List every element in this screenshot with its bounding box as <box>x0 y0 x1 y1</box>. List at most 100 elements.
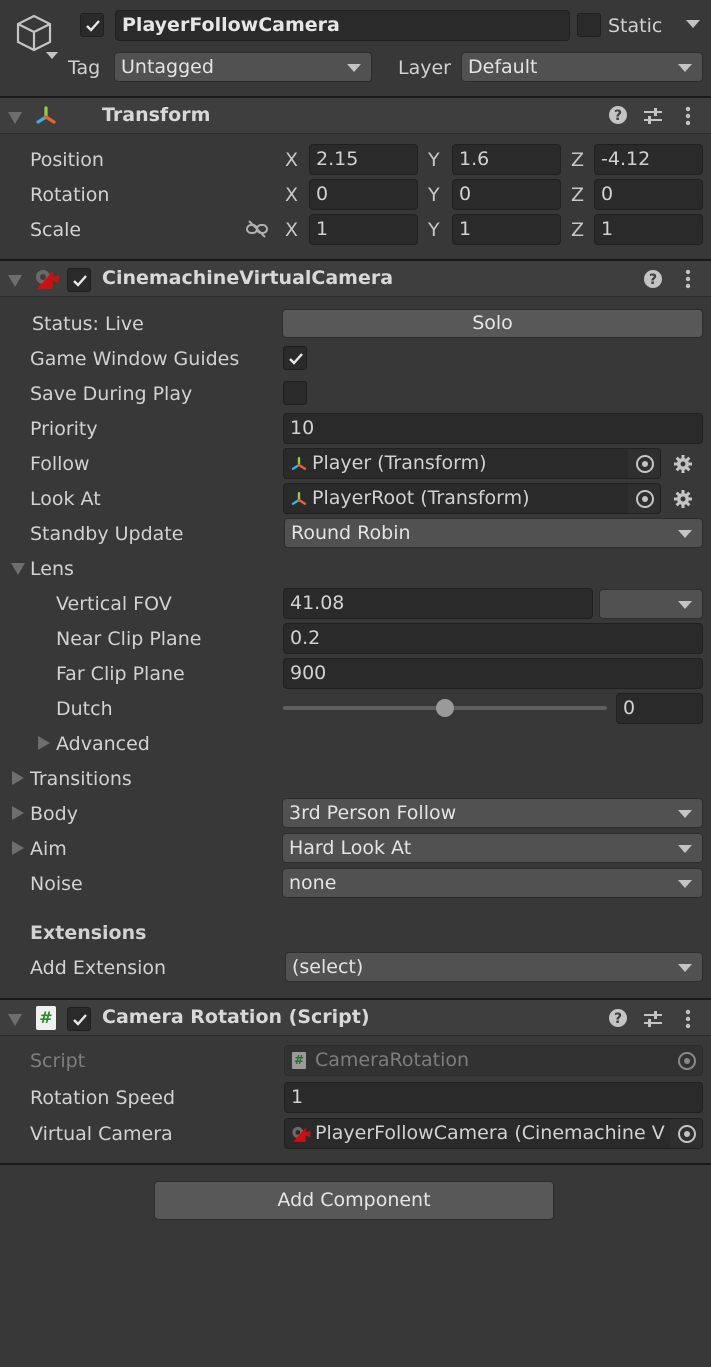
rotation-z-input[interactable]: 0 <box>594 179 703 210</box>
virtual-camera-field[interactable]: PlayerFollowCamera (Cinemachine V <box>284 1118 703 1149</box>
save-during-play-checkbox[interactable] <box>283 381 307 405</box>
unlinked-icon[interactable] <box>245 219 269 244</box>
camera-rotation-title: Camera Rotation (Script) <box>102 1006 370 1028</box>
object-picker-icon[interactable] <box>670 1119 702 1148</box>
look-at-field[interactable]: PlayerRoot (Transform) <box>283 483 661 514</box>
script-icon: # <box>36 1006 56 1030</box>
more-options-icon[interactable] <box>684 106 692 131</box>
rotation-x-input[interactable]: 0 <box>309 179 418 210</box>
scale-y-input[interactable]: 1 <box>452 214 561 245</box>
transform-title: Transform <box>102 104 211 126</box>
object-name-input[interactable]: PlayerFollowCamera <box>115 10 570 41</box>
transform-icon <box>290 489 308 513</box>
help-icon[interactable]: ? <box>608 105 628 130</box>
more-options-icon[interactable] <box>684 269 692 294</box>
extensions-heading: Extensions <box>30 922 147 944</box>
fov-mode-dropdown[interactable] <box>599 589 703 619</box>
static-checkbox[interactable] <box>577 13 601 37</box>
presets-icon[interactable] <box>642 106 664 131</box>
chevron-down-icon <box>678 64 692 72</box>
gear-icon[interactable] <box>673 454 693 479</box>
dutch-slider-thumb[interactable] <box>436 699 454 717</box>
look-at-value: PlayerRoot (Transform) <box>312 487 530 509</box>
gear-icon[interactable] <box>673 489 693 514</box>
axis-z-label[interactable]: Z <box>571 148 584 172</box>
dutch-input[interactable]: 0 <box>616 693 703 724</box>
axis-x-label[interactable]: X <box>285 148 298 172</box>
axis-x-label[interactable]: X <box>285 183 298 207</box>
layer-dropdown[interactable]: Default <box>461 52 703 82</box>
transform-icon <box>34 106 58 133</box>
transitions-foldout-icon[interactable] <box>12 771 24 785</box>
game-window-guides-checkbox[interactable] <box>283 346 307 370</box>
foldout-expanded-icon[interactable] <box>8 275 22 287</box>
vcam-header[interactable]: CinemachineVirtualCamera ? <box>0 259 711 297</box>
gameobject-icon[interactable] <box>8 12 64 65</box>
virtual-camera-value: PlayerFollowCamera (Cinemachine V <box>315 1122 665 1144</box>
vcam-title: CinemachineVirtualCamera <box>102 267 394 289</box>
axis-y-label[interactable]: Y <box>428 183 440 207</box>
noise-dropdown[interactable]: none <box>282 868 703 898</box>
lens-label[interactable]: Lens <box>30 557 74 581</box>
script-field: # CameraRotation <box>284 1045 703 1076</box>
far-clip-input[interactable]: 900 <box>283 658 703 689</box>
near-clip-label: Near Clip Plane <box>56 628 202 650</box>
priority-input[interactable]: 10 <box>283 413 703 444</box>
axis-y-label[interactable]: Y <box>428 218 440 242</box>
active-checkbox[interactable] <box>80 13 104 37</box>
scale-z-input[interactable]: 1 <box>594 214 703 245</box>
add-component-button[interactable]: Add Component <box>154 1181 554 1220</box>
body-label[interactable]: Body <box>30 802 78 826</box>
near-clip-input[interactable]: 0.2 <box>283 623 703 654</box>
vcam-enabled-checkbox[interactable] <box>67 268 91 292</box>
scale-x-input[interactable]: 1 <box>309 214 418 245</box>
object-picker-icon[interactable] <box>628 484 660 513</box>
position-x-input[interactable]: 2.15 <box>309 144 418 175</box>
object-picker-icon[interactable] <box>628 449 660 478</box>
help-icon[interactable]: ? <box>643 269 663 294</box>
script-label: Script <box>30 1050 86 1072</box>
standby-update-dropdown[interactable]: Round Robin <box>284 518 703 548</box>
static-dropdown-icon[interactable] <box>686 20 700 28</box>
aim-foldout-icon[interactable] <box>12 841 24 855</box>
aim-dropdown[interactable]: Hard Look At <box>282 833 703 863</box>
static-label: Static <box>608 15 663 37</box>
noise-label: Noise <box>30 873 83 895</box>
tag-label: Tag <box>68 57 101 79</box>
position-z-input[interactable]: -4.12 <box>594 144 703 175</box>
rotation-y-input[interactable]: 0 <box>452 179 561 210</box>
axis-z-label[interactable]: Z <box>571 183 584 207</box>
vertical-fov-input[interactable]: 41.08 <box>283 588 593 619</box>
aim-label[interactable]: Aim <box>30 837 67 861</box>
tag-dropdown[interactable]: Untagged <box>114 52 372 82</box>
add-extension-dropdown[interactable]: (select) <box>285 952 703 982</box>
camera-rotation-header[interactable]: # Camera Rotation (Script) ? <box>0 998 711 1036</box>
body-foldout-icon[interactable] <box>12 806 24 820</box>
body-value: 3rd Person Follow <box>289 802 457 824</box>
solo-button[interactable]: Solo <box>282 309 703 338</box>
follow-value: Player (Transform) <box>312 452 487 474</box>
follow-field[interactable]: Player (Transform) <box>283 448 661 479</box>
axis-z-label[interactable]: Z <box>571 218 584 242</box>
foldout-expanded-icon[interactable] <box>8 112 22 124</box>
presets-icon[interactable] <box>642 1009 664 1034</box>
transform-header[interactable]: Transform ? <box>0 96 711 134</box>
lens-foldout-icon[interactable] <box>11 563 25 575</box>
position-y-input[interactable]: 1.6 <box>452 144 561 175</box>
foldout-expanded-icon[interactable] <box>8 1014 22 1026</box>
rotation-label: Rotation <box>30 184 110 206</box>
axis-y-label[interactable]: Y <box>428 148 440 172</box>
advanced-foldout-icon[interactable] <box>38 736 50 750</box>
axis-x-label[interactable]: X <box>285 218 298 242</box>
dutch-slider[interactable] <box>283 699 607 717</box>
advanced-label[interactable]: Advanced <box>56 732 150 756</box>
body-dropdown[interactable]: 3rd Person Follow <box>282 798 703 828</box>
rotation-speed-input[interactable]: 1 <box>284 1082 703 1113</box>
help-icon[interactable]: ? <box>608 1008 628 1033</box>
dutch-label: Dutch <box>56 698 113 720</box>
more-options-icon[interactable] <box>684 1009 692 1034</box>
transitions-label[interactable]: Transitions <box>30 767 132 791</box>
status-label: Status: Live <box>32 313 144 335</box>
far-clip-label: Far Clip Plane <box>56 663 185 685</box>
camera-rotation-enabled-checkbox[interactable] <box>67 1007 91 1031</box>
